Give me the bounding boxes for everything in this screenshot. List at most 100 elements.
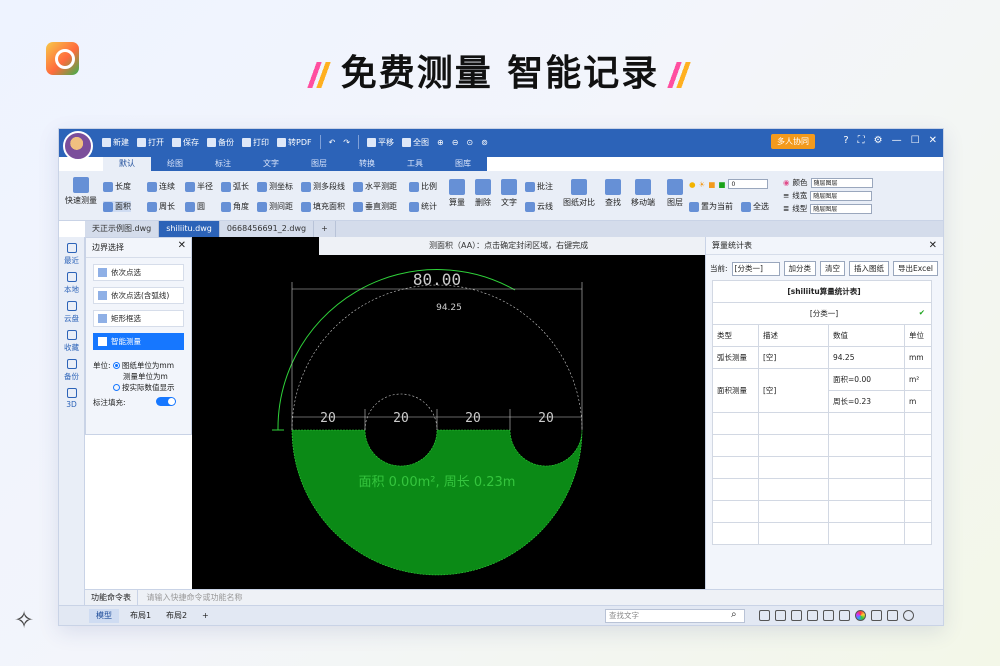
tab-tools[interactable]: 工具 — [391, 157, 439, 171]
sidebar-item-3d[interactable]: 3D — [59, 388, 84, 409]
redo-button[interactable]: ↷ — [340, 138, 353, 147]
insert-drawing-button[interactable]: 插入图纸 — [849, 261, 890, 276]
help-icon[interactable]: ? — [843, 135, 848, 146]
tab-annotate[interactable]: 标注 — [199, 157, 247, 171]
pan-button[interactable]: 平移 — [364, 137, 397, 148]
text-button[interactable]: 文字 — [501, 179, 517, 208]
unit-radio-drawing[interactable] — [112, 362, 120, 369]
ortho-icon[interactable] — [807, 610, 818, 621]
coord-button[interactable]: 测坐标 — [257, 181, 293, 192]
close-icon[interactable]: ✕ — [929, 237, 937, 255]
delete-button[interactable]: 删除 — [475, 179, 491, 208]
fill-area-button[interactable]: 填充面积 — [301, 201, 345, 212]
category-select[interactable]: [分类一] — [731, 261, 780, 276]
zoom-in-button[interactable]: ⊕ — [434, 138, 447, 147]
sidebar-item-recent[interactable]: 最近 — [59, 243, 84, 266]
color-select[interactable]: 随层图层 — [810, 177, 873, 188]
note-button[interactable]: 批注 — [525, 181, 553, 192]
angle-button[interactable]: 角度 — [221, 201, 249, 212]
tab-default[interactable]: 默认 — [103, 157, 151, 171]
compare-button[interactable]: 图纸对比 — [563, 179, 595, 208]
option-rect-select[interactable]: 矩形框选 — [93, 310, 184, 327]
close-icon[interactable]: ✕ — [178, 240, 186, 251]
doc-tab-active[interactable]: shiliitu.dwg — [159, 221, 220, 237]
new-button[interactable]: 新建 — [99, 137, 132, 148]
color-prop[interactable]: ◉ 颜色 随层图层 — [783, 177, 873, 188]
unit-radio-actual[interactable] — [113, 384, 120, 391]
layer-button[interactable]: 图层 — [667, 179, 683, 208]
layout-tab-2[interactable]: 布局2 — [159, 609, 194, 623]
tab-library[interactable]: 图库 — [439, 157, 487, 171]
grid-dots-icon[interactable] — [791, 610, 802, 621]
table-row[interactable]: 面积测量 [空] 面积=0.00 m² — [712, 368, 932, 413]
calc-button[interactable]: 算量 — [449, 179, 465, 208]
perimeter-button[interactable]: 周长 — [147, 201, 175, 212]
minimize-icon[interactable]: — — [892, 135, 902, 146]
mobile-button[interactable]: 移动端 — [631, 179, 655, 208]
layout-tab-model[interactable]: 模型 — [89, 609, 119, 623]
search-icon[interactable]: ⌕ — [731, 609, 737, 620]
command-input[interactable]: 请输入快捷命令或功能名称 — [141, 593, 243, 602]
linewidth-prop[interactable]: ≡ 线宽 随层图层 — [783, 190, 873, 201]
gear-icon[interactable]: ⚙ — [874, 135, 883, 146]
snap-icon[interactable] — [759, 610, 770, 621]
option-smart-measure[interactable]: 智能测量 — [93, 333, 184, 350]
add-layout-button[interactable]: + — [195, 609, 216, 623]
zoom-window-button[interactable]: ⊚ — [478, 138, 491, 147]
quick-measure-button[interactable]: 快速测量 — [65, 177, 97, 206]
sidebar-item-local[interactable]: 本地 — [59, 272, 84, 295]
open-button[interactable]: 打开 — [134, 137, 167, 148]
option-pick-with-arc[interactable]: 依次点选(含弧线) — [93, 287, 184, 304]
find-text-input[interactable]: 查找文字 — [605, 609, 745, 623]
tab-draw[interactable]: 绘图 — [151, 157, 199, 171]
fullscreen-icon[interactable]: ⛶ — [858, 135, 865, 146]
undo-button[interactable]: ↶ — [326, 138, 339, 147]
set-current-button[interactable]: 置为当前 — [689, 201, 733, 212]
stats-button[interactable]: 统计 — [409, 201, 437, 212]
star-icon[interactable] — [871, 610, 882, 621]
avatar[interactable] — [63, 131, 93, 161]
add-tab-button[interactable]: + — [314, 221, 336, 237]
radius-button[interactable]: 半径 — [185, 181, 213, 192]
table-row[interactable]: 弧长测量 [空] 94.25 mm — [712, 346, 932, 369]
doc-tab[interactable]: 天正示例图.dwg — [85, 221, 160, 237]
length-button[interactable]: 长度 — [103, 181, 131, 192]
backup-button[interactable]: 备份 — [204, 137, 237, 148]
select-all-button[interactable]: 全选 — [741, 201, 769, 212]
zoom-prev-button[interactable]: ⊙ — [463, 138, 476, 147]
area-button[interactable]: 面积 — [103, 201, 131, 212]
sidebar-item-backup[interactable]: 备份 — [59, 359, 84, 382]
continuous-button[interactable]: 连续 — [147, 181, 175, 192]
layer-select[interactable]: ● ☀ ■ ■ 0 — [689, 179, 769, 189]
collab-button[interactable]: 多人协同 — [771, 134, 815, 149]
linetype-select[interactable]: 随层图层 — [810, 203, 873, 214]
cloud-button[interactable]: 云线 — [525, 201, 553, 212]
drawing-canvas[interactable]: 80.00 94.25 20 20 20 20 面积 0.00m², 周长 0.… — [192, 237, 705, 589]
tab-convert[interactable]: 转换 — [343, 157, 391, 171]
command-table-label[interactable]: 功能命令表 — [85, 590, 138, 605]
polyline-button[interactable]: 测多段线 — [301, 181, 345, 192]
3d-icon[interactable] — [887, 610, 898, 621]
linewidth-select[interactable]: 随层图层 — [810, 190, 873, 201]
clear-button[interactable]: 清空 — [820, 261, 846, 276]
layout-tab-1[interactable]: 布局1 — [123, 609, 158, 623]
color-wheel-icon[interactable] — [855, 610, 866, 621]
scale-button[interactable]: 比例 — [409, 181, 437, 192]
add-category-button[interactable]: 加分类 — [783, 261, 817, 276]
doc-tab[interactable]: 0668456691_2.dwg — [220, 221, 315, 237]
vdist-button[interactable]: 垂直测距 — [353, 201, 397, 212]
tab-text[interactable]: 文字 — [247, 157, 295, 171]
arc-length-button[interactable]: 弧长 — [221, 181, 249, 192]
save-button[interactable]: 保存 — [169, 137, 202, 148]
grid-icon[interactable] — [775, 610, 786, 621]
print-button[interactable]: 打印 — [239, 137, 272, 148]
to-pdf-button[interactable]: 转PDF — [274, 137, 315, 148]
tab-layer[interactable]: 图层 — [295, 157, 343, 171]
planet-icon[interactable] — [903, 610, 914, 621]
fit-all-button[interactable]: 全图 — [399, 137, 432, 148]
polar-icon[interactable] — [823, 610, 834, 621]
sidebar-item-cloud[interactable]: 云盘 — [59, 301, 84, 324]
gap-button[interactable]: 测间距 — [257, 201, 293, 212]
find-button[interactable]: 查找 — [605, 179, 621, 208]
zoom-out-button[interactable]: ⊖ — [449, 138, 462, 147]
